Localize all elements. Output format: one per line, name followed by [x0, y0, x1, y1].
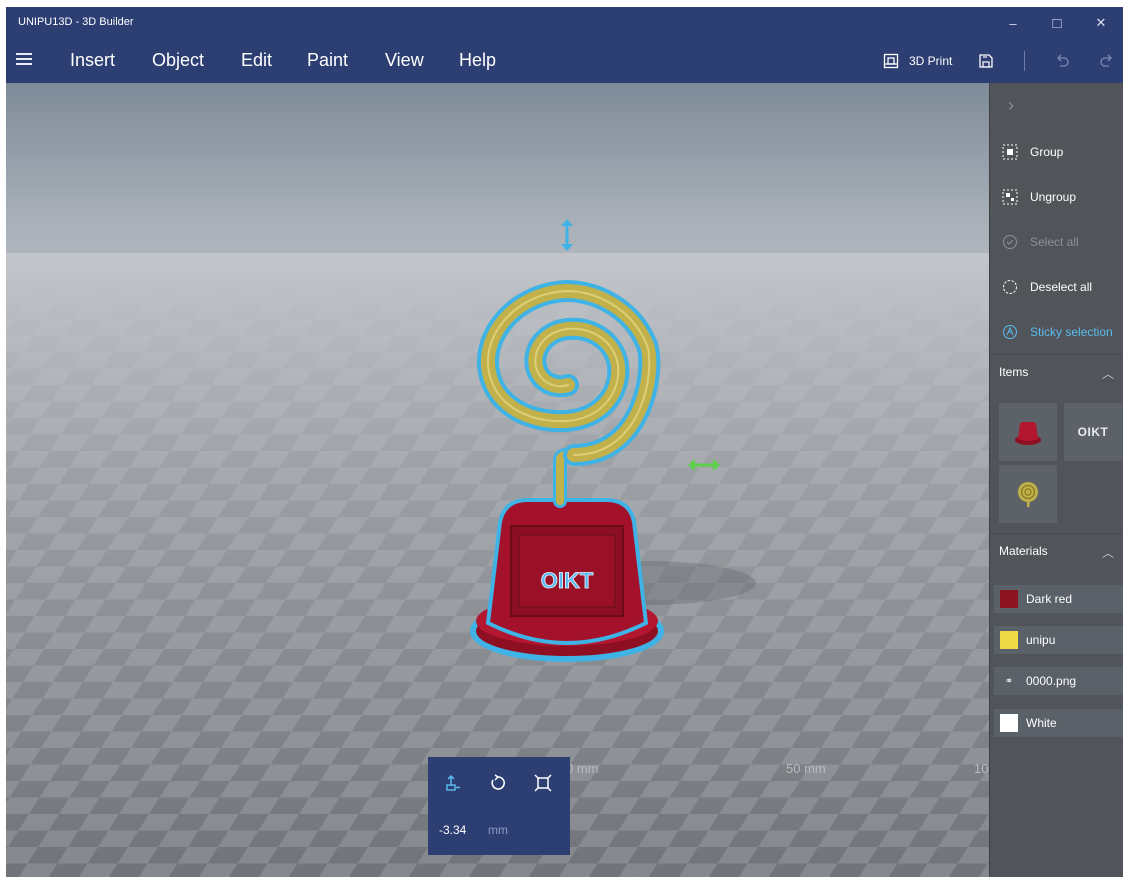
white-swatch [1000, 714, 1018, 732]
sticky-selection-label: Sticky selection [1030, 325, 1113, 339]
deselect-all-label: Deselect all [1030, 280, 1093, 294]
menu-edit[interactable]: Edit [241, 50, 272, 71]
group-icon [1002, 144, 1018, 160]
menu-insert[interactable]: Insert [70, 50, 115, 71]
close-button[interactable]: ✕ [1079, 7, 1123, 39]
oikt-text-thumbnail[interactable]: OIKT [1064, 403, 1122, 461]
group-label: Group [1030, 145, 1064, 159]
minimize-button[interactable]: – [991, 7, 1035, 39]
right-panel: › Group Ungroup Select all Deselect all [989, 83, 1123, 877]
ungroup-command[interactable]: Ungroup [1002, 186, 1076, 208]
dark-red-swatch [1000, 590, 1018, 608]
transform-unit: mm [488, 823, 508, 837]
material-label: 0000.png [1026, 674, 1077, 688]
material-unipu[interactable]: unipu [994, 626, 1123, 654]
material-label: White [1026, 716, 1057, 730]
red-base-item-icon [1015, 422, 1041, 445]
texture-link-icon: ⚭ [1004, 675, 1014, 687]
scale-icon[interactable] [533, 773, 553, 793]
menu-paint[interactable]: Paint [307, 50, 348, 71]
menu-help[interactable]: Help [459, 50, 496, 71]
ungroup-icon [1002, 189, 1018, 205]
select-all-icon [1002, 234, 1018, 250]
sticky-selection-command[interactable]: Sticky selection [1002, 321, 1113, 343]
materials-section-header[interactable]: Materials ︿ [990, 533, 1123, 567]
transform-value[interactable]: -3.34 [439, 823, 466, 837]
material-white[interactable]: White [994, 709, 1123, 737]
select-all-command[interactable]: Select all [1002, 231, 1079, 253]
printer-3d-icon [883, 53, 899, 69]
spiral-thumbnail[interactable] [999, 465, 1057, 523]
oikt-item-label: OIKT [1077, 425, 1109, 439]
chevron-up-icon[interactable]: ︿ [1102, 365, 1114, 382]
rotate-icon[interactable] [488, 773, 508, 793]
select-all-label: Select all [1030, 235, 1079, 249]
red-base-thumbnail[interactable] [999, 403, 1057, 461]
maximize-button[interactable]: □ [1035, 7, 1079, 39]
toolbar-separator [1024, 51, 1025, 71]
redo-icon [1100, 54, 1112, 67]
3d-viewport[interactable]: 0 mm 50 mm 100 mm OIKT [6, 83, 989, 877]
window-title: UNIPU13D - 3D Builder [18, 16, 134, 28]
menu-view[interactable]: View [385, 50, 424, 71]
ungroup-label: Ungroup [1030, 190, 1077, 204]
sticky-selection-icon [1002, 324, 1018, 340]
material-label: Dark red [1026, 592, 1073, 606]
transform-panel: -3.34 mm [428, 757, 570, 855]
menu-bar: Insert Object Edit Paint View Help 3D Pr… [6, 39, 1123, 83]
chevron-up-icon[interactable]: ︿ [1102, 544, 1114, 561]
vertical-move-handle[interactable] [559, 217, 575, 253]
material-label: unipu [1026, 633, 1056, 647]
items-section-header[interactable]: Items ︿ [990, 354, 1123, 388]
collapse-panel-chevron-icon[interactable]: › [1008, 95, 1014, 116]
title-bar: UNIPU13D - 3D Builder – □ ✕ [6, 7, 1123, 39]
oikt-plaque-text: OIKT [541, 568, 594, 593]
unipu-swatch [1000, 631, 1018, 649]
material-texture[interactable]: ⚭ 0000.png [994, 667, 1123, 695]
move-icon[interactable] [443, 773, 463, 793]
group-command[interactable]: Group [1002, 141, 1063, 163]
materials-header: Materials [999, 544, 1048, 558]
hamburger-menu-icon[interactable] [16, 53, 32, 67]
app-window: UNIPU13D - 3D Builder – □ ✕ Insert Objec… [6, 7, 1123, 877]
deselect-all-icon [1002, 279, 1018, 295]
save-icon [979, 54, 993, 68]
spiral-item-icon [1018, 482, 1038, 507]
material-dark-red[interactable]: Dark red [994, 585, 1123, 613]
items-header: Items [999, 365, 1029, 379]
redo-button[interactable] [1099, 49, 1115, 73]
deselect-all-command[interactable]: Deselect all [1002, 276, 1092, 298]
3d-print-label: 3D Print [909, 54, 953, 68]
undo-icon [1057, 54, 1069, 67]
save-button[interactable] [978, 49, 994, 73]
undo-button[interactable] [1054, 49, 1070, 73]
horizontal-move-handle[interactable] [686, 458, 722, 472]
menu-object[interactable]: Object [152, 50, 204, 71]
3d-print-button[interactable]: 3D Print [883, 49, 952, 73]
